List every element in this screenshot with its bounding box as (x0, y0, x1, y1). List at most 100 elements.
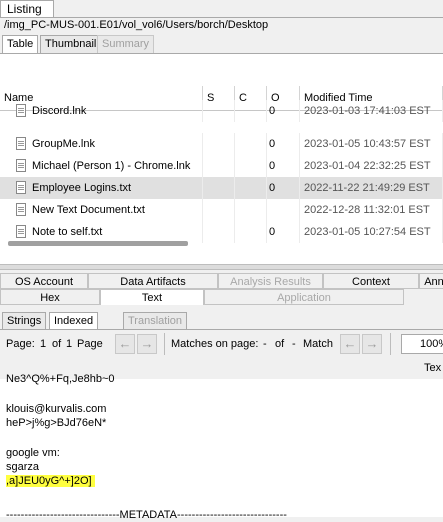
page-label: Page: (6, 338, 35, 350)
name-cell: Employee Logins.txt (0, 177, 203, 199)
file-name: Michael (Person 1) - Chrome.lnk (32, 160, 191, 172)
tab-os-account[interactable]: OS Account (0, 273, 88, 289)
file-name: GroupMe.lnk (32, 138, 95, 150)
indexed-text-content: Ne3^Q%+Fq,Je8hb~0 klouis@kurvalis.com heP>… (0, 373, 443, 521)
name-cell: Michael (Person 1) - Chrome.lnk (0, 155, 203, 177)
tab-text[interactable]: Text (100, 289, 204, 305)
horizontal-scrollbar[interactable] (8, 241, 188, 246)
current-path: /img_PC-MUS-001.E01/vol_vol6/Users/borch… (4, 19, 269, 31)
file-icon (16, 104, 26, 117)
text-line: google vm: (6, 446, 60, 460)
text-line-content: heP>j%g>BJd76eN* (6, 417, 107, 429)
tab-strip-divider (0, 17, 443, 18)
s-cell (203, 155, 235, 177)
tab-context[interactable]: Context (323, 273, 419, 289)
tab-analysis-results[interactable]: Analysis Results (218, 273, 323, 289)
modified-time-cell: 2022-11-22 21:49:29 EST (300, 177, 443, 199)
tab-summary[interactable]: Summary (97, 35, 155, 53)
text-toolbar: Page: 1 of 1 Page ← → Matches on page: -… (0, 329, 443, 358)
table-row[interactable]: Employee Logins.txt 0 2022-11-22 21:49:29 … (0, 177, 443, 199)
c-cell (235, 177, 267, 199)
text-line: sgarza (6, 460, 39, 474)
c-cell (235, 199, 267, 221)
next-match-button[interactable]: → (362, 334, 382, 354)
previous-page-button[interactable]: ← (115, 334, 135, 354)
text-line-content: -------------------------------METADATA-… (6, 509, 287, 521)
match-word: Match (303, 338, 333, 350)
file-name: Discord.lnk (32, 105, 87, 117)
page-total: 1 (66, 338, 73, 350)
text-line-content: klouis@kurvalis.com (6, 403, 107, 415)
toolbar-separator (164, 333, 165, 355)
tab-thumbnail[interactable]: Thumbnail (40, 35, 102, 53)
c-cell (235, 100, 267, 122)
file-name: New Text Document.txt (32, 204, 145, 216)
text-line: ,a]JEU0yG^+]2O] (6, 474, 95, 488)
file-icon (16, 181, 26, 194)
file-name: Employee Logins.txt (32, 182, 132, 194)
o-cell (267, 199, 300, 221)
file-icon (16, 159, 26, 172)
tab-annotations[interactable]: Ann (419, 273, 443, 289)
table-row[interactable]: Discord.lnk 0 2023-01-03 17:41:03 EST (0, 100, 443, 122)
tab-strings[interactable]: Strings (2, 312, 47, 329)
s-cell (203, 100, 235, 122)
next-page-button[interactable]: → (137, 334, 157, 354)
modified-time-cell: 2023-01-05 10:43:57 EST (300, 133, 443, 155)
text-line-content: sgarza (6, 461, 40, 473)
file-icon (16, 137, 26, 150)
o-cell: 0 (267, 100, 300, 122)
splitter[interactable] (0, 264, 443, 270)
name-cell: Discord.lnk (0, 100, 203, 122)
file-icon (16, 203, 26, 216)
table-row[interactable]: New Text Document.txt 2022-12-28 11:32:01… (0, 199, 443, 221)
page-word: Page (77, 338, 103, 350)
o-cell: 0 (267, 133, 300, 155)
matches-label: Matches on page: (171, 338, 259, 350)
name-cell: Note to self.txt (0, 221, 203, 243)
text-line: -------------------------------METADATA-… (6, 508, 287, 522)
page-current: 1 (40, 338, 47, 350)
tab-translation[interactable]: Translation (123, 312, 188, 329)
o-cell: 0 (267, 155, 300, 177)
tab-table[interactable]: Table (2, 35, 39, 54)
o-cell: 0 (267, 221, 300, 243)
c-cell (235, 133, 267, 155)
o-cell: 0 (267, 177, 300, 199)
matches-current: - (263, 338, 267, 350)
text-line: Ne3^Q%+Fq,Je8hb~0 (6, 372, 115, 386)
table-row[interactable]: Note to self.txt 0 2023-01-05 10:27:54 EST (0, 221, 443, 243)
s-cell (203, 133, 235, 155)
zoom-select[interactable]: 100% (401, 334, 443, 354)
text-line-content: Ne3^Q%+Fq,Je8hb~0 (6, 373, 115, 385)
modified-time-cell: 2023-01-05 10:27:54 EST (300, 221, 443, 243)
listing-tab[interactable]: Listing (0, 0, 54, 18)
modified-time-cell: 2023-01-04 22:32:25 EST (300, 155, 443, 177)
s-cell (203, 177, 235, 199)
tab-application[interactable]: Application (204, 289, 404, 305)
matches-total: - (292, 338, 296, 350)
c-cell (235, 155, 267, 177)
modified-time-cell: 2022-12-28 11:32:01 EST (300, 199, 443, 221)
tab-indexed-text[interactable]: Indexed Text (49, 312, 99, 343)
tab-data-artifacts[interactable]: Data Artifacts (88, 273, 218, 289)
page-of-label: of (52, 338, 62, 350)
file-table: Name S C O Modified Time Discord.lnk 0 202… (0, 53, 443, 264)
text-format-label: Tex (424, 362, 442, 374)
text-line-content: google vm: (6, 447, 60, 459)
file-icon (16, 225, 26, 238)
tab-hex[interactable]: Hex (0, 289, 100, 305)
s-cell (203, 221, 235, 243)
text-line: klouis@kurvalis.com (6, 402, 106, 416)
modified-time-cell: 2023-01-03 17:41:03 EST (300, 100, 443, 122)
table-row[interactable]: Michael (Person 1) - Chrome.lnk 0 2023-01-… (0, 155, 443, 177)
text-line: heP>j%g>BJd76eN* (6, 416, 106, 430)
table-row[interactable]: GroupMe.lnk 0 2023-01-05 10:43:57 EST (0, 133, 443, 155)
s-cell (203, 199, 235, 221)
previous-match-button[interactable]: ← (340, 334, 360, 354)
file-name: Note to self.txt (32, 226, 103, 238)
search-hit-highlight: ,a]JEU0yG^+]2O] (6, 475, 95, 487)
content-viewer-tabs: OS Account Data Artifacts Analysis Resul… (0, 272, 443, 306)
name-cell: GroupMe.lnk (0, 133, 203, 155)
matches-of-label: of (275, 338, 285, 350)
